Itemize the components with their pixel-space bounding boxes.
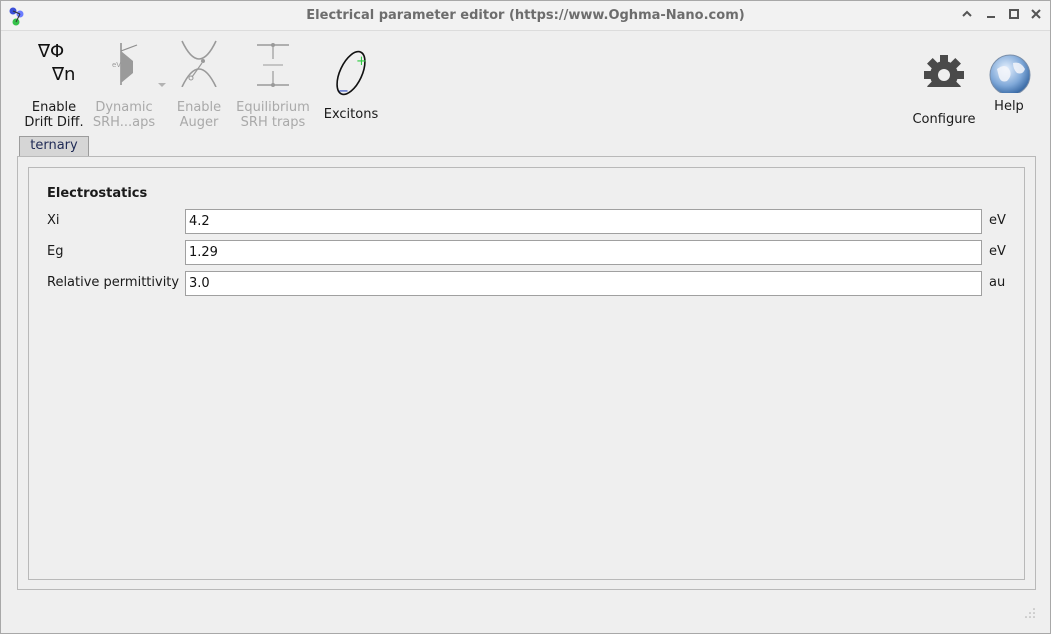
maximize-button[interactable]	[1006, 8, 1022, 24]
help-button[interactable]: Help	[985, 37, 1033, 114]
help-label: Help	[994, 99, 1024, 114]
chevron-down-icon[interactable]	[157, 81, 167, 89]
equilibrium-srh-traps-button[interactable]: Equilibrium SRH traps	[233, 37, 313, 130]
gradient-phi-n-icon: ∇Φ ∇n	[37, 41, 75, 85]
resize-grip-icon[interactable]	[1024, 607, 1036, 619]
dynamic-srh-label-line2: SRH...aps	[92, 115, 156, 130]
excitons-label: Excitons	[323, 107, 379, 122]
srh-traps-icon: eV	[112, 43, 138, 85]
svg-text:∇n: ∇n	[51, 64, 75, 85]
auger-icon	[181, 40, 217, 88]
auger-label-line2: Auger	[179, 115, 219, 130]
configure-label: Configure	[912, 112, 976, 127]
equilibrium-traps-icon	[257, 43, 289, 87]
drift-diff-label-line2: Drift Diff.	[24, 115, 84, 130]
xi-label: Xi	[47, 213, 60, 228]
enable-auger-button[interactable]: Enable Auger	[167, 37, 231, 130]
exciton-icon: + −	[336, 50, 367, 99]
eg-input[interactable]: 1.29	[185, 240, 982, 265]
window-title: Electrical parameter editor (https://www…	[306, 8, 745, 23]
dynamic-srh-button[interactable]: eV Dynamic SRH...aps	[91, 37, 166, 130]
chevron-up-icon	[962, 10, 972, 17]
xi-input[interactable]: 4.2	[185, 209, 982, 234]
auger-label-line1: Enable	[176, 100, 222, 115]
globe-icon	[989, 54, 1031, 96]
eg-unit: eV	[989, 244, 1006, 259]
relative-permittivity-label: Relative permittivity	[47, 275, 180, 290]
collapse-button[interactable]	[959, 8, 975, 24]
svg-text:+: +	[356, 54, 367, 69]
svg-text:eV: eV	[112, 61, 121, 69]
maximize-icon	[1009, 9, 1019, 19]
gear-icon	[924, 55, 964, 95]
relative-permittivity-unit: au	[989, 275, 1006, 290]
relative-permittivity-input[interactable]: 3.0	[185, 271, 982, 296]
close-button[interactable]	[1028, 8, 1044, 24]
configure-button[interactable]: Configure	[907, 37, 981, 127]
dynamic-srh-label-line1: Dynamic	[95, 100, 153, 115]
title-bar: Electrical parameter editor (https://www…	[1, 1, 1050, 31]
svg-text:−: −	[338, 84, 349, 97]
editor-window: Electrical parameter editor (https://www…	[0, 0, 1051, 634]
minimize-icon	[987, 16, 995, 18]
excitons-button[interactable]: + − Excitons	[319, 37, 383, 122]
minimize-button[interactable]	[983, 8, 999, 24]
section-title: Electrostatics	[47, 186, 148, 201]
drift-diff-label-line1: Enable	[31, 100, 77, 115]
equilibrium-srh-label-line2: SRH traps	[240, 115, 306, 130]
close-icon	[1031, 9, 1041, 19]
equilibrium-srh-label-line1: Equilibrium	[236, 100, 310, 115]
eg-label: Eg	[47, 244, 64, 259]
svg-text:∇Φ: ∇Φ	[37, 41, 64, 62]
enable-drift-diff-button[interactable]: ∇Φ ∇n Enable Drift Diff.	[21, 37, 87, 130]
xi-unit: eV	[989, 213, 1006, 228]
